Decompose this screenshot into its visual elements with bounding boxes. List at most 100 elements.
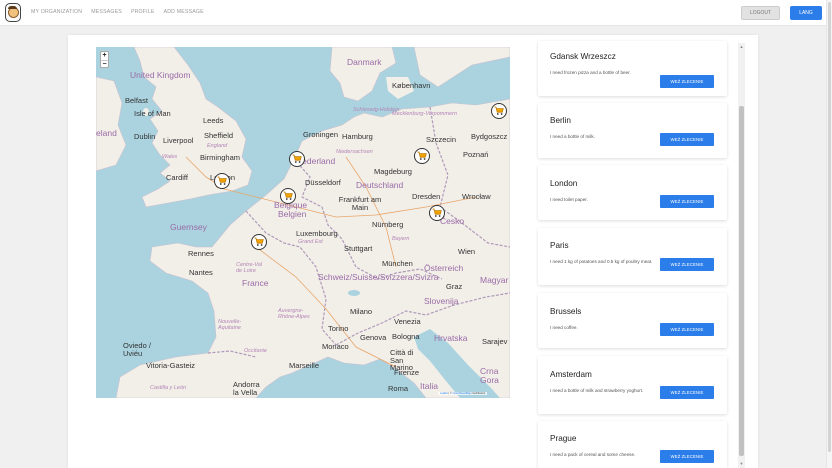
map-label-ireland: eland (96, 128, 117, 138)
take-order-button[interactable]: WEŹ ZLECENIE (660, 258, 714, 271)
order-city: London (550, 179, 578, 188)
order-card-paris: Paris I need 1 kg of potatoes and 0.5 kg… (538, 228, 727, 285)
map-label-wroclaw: Wrocław (462, 192, 491, 201)
map-label-isle-of-man: Isle of Man (134, 109, 171, 118)
avatar-logo-icon[interactable] (5, 3, 21, 22)
scroll-down-arrow-icon[interactable]: ▼ (739, 461, 744, 466)
map-label-mecklenburg: Mecklenburg-Vorpommern (392, 111, 457, 117)
scroll-up-arrow-icon[interactable]: ▲ (739, 44, 744, 49)
map-label-wien: Wien (458, 247, 476, 256)
map-label-szczecin: Szczecin (426, 135, 457, 144)
map-label-belgien: Belgien (278, 209, 307, 219)
nav-my-organization[interactable]: MY ORGANIZATION (31, 9, 82, 15)
map-label-cesko: Česko (440, 216, 465, 226)
lang-button[interactable]: LANG (790, 6, 822, 20)
map-label-andorra: Andorra la Vella (233, 380, 260, 397)
order-marker-amsterdam[interactable] (289, 151, 305, 167)
map-label-united-kingdom: United Kingdom (130, 70, 191, 80)
orders-map[interactable]: United Kingdom Isle of Man Belfast Leeds… (96, 47, 510, 398)
map-label-magyar: Magyar (480, 275, 509, 285)
map-label-luxembourg: Luxembourg (296, 229, 338, 238)
order-description: I need a bottle of milk and strawberry y… (550, 388, 644, 393)
map-label-cardiff: Cardiff (166, 173, 188, 182)
map-label-england: England (207, 143, 228, 149)
map-label-hamburg: Hamburg (342, 132, 373, 141)
order-card-gdansk: Gdansk Wrzeszcz I need frozen pizza and … (538, 41, 727, 96)
map-label-graz: Graz (446, 282, 463, 291)
order-marker-brussels[interactable] (280, 188, 296, 204)
take-order-button[interactable]: WEŹ ZLECENIE (660, 386, 714, 399)
order-marker-gdansk[interactable] (491, 103, 507, 119)
map-label-venezia: Venezia (394, 317, 421, 326)
order-card-london: London I need toilet paper. WEŹ ZLECENIE (538, 165, 727, 220)
order-description: I need frozen pizza and a bottle of beer… (550, 70, 631, 75)
map-label-sarajevo: Sarajev (482, 337, 508, 346)
shopping-cart-icon (283, 191, 293, 200)
map-label-milano: Milano (350, 307, 373, 316)
map-label-liverpool: Liverpool (163, 136, 194, 145)
map-label-roma: Roma (388, 384, 409, 393)
map-label-bologna: Bologna (392, 332, 420, 341)
shopping-cart-icon (494, 106, 504, 115)
order-description: I need a bottle of milk. (550, 134, 595, 139)
take-order-button[interactable]: WEŹ ZLECENIE (660, 195, 714, 208)
map-label-bydgoszcz: Bydgoszcz (471, 132, 508, 141)
map-label-dusseldorf: Düsseldorf (305, 178, 341, 187)
take-order-button[interactable]: WEŹ ZLECENIE (660, 450, 714, 463)
map-label-belfast: Belfast (125, 96, 148, 105)
map-label-frankfurt: Frankfurt am Main (338, 195, 382, 212)
list-scrollbar-thumb[interactable] (739, 106, 744, 456)
map-label-grand-est: Grand Est (298, 239, 323, 245)
map-label-monaco: Monaco (322, 342, 349, 351)
map-label-nurnberg: Nürnberg (372, 220, 404, 229)
order-description: I need 1 kg of potatoes and 0.5 kg of po… (550, 259, 653, 264)
nav-add-message[interactable]: ADD MESSAGE (164, 9, 204, 15)
orders-list[interactable]: Gdansk Wrzeszcz I need frozen pizza and … (528, 35, 738, 468)
map-label-vitoria: Vitoria-Gasteiz (146, 361, 196, 370)
map-label-marseille: Marseille (289, 361, 320, 370)
zoom-in-button[interactable]: + (101, 52, 108, 60)
take-order-button[interactable]: WEŹ ZLECENIE (660, 75, 714, 88)
order-city: Berlin (550, 116, 571, 125)
map-label-france: France (242, 278, 269, 288)
take-order-button[interactable]: WEŹ ZLECENIE (660, 133, 714, 146)
map-label-sheffield: Sheffield (204, 131, 234, 140)
nav-messages[interactable]: MESSAGES (91, 9, 122, 15)
map-label-magdeburg: Magdeburg (374, 167, 412, 176)
map-label-niedersachsen: Niedersachsen (336, 149, 373, 155)
map-label-firenze: Firenze (394, 368, 420, 377)
order-city: Brussels (550, 307, 582, 316)
order-card-amsterdam: Amsterdam I need a bottle of milk and st… (538, 356, 727, 414)
map-label-italia: Italia (420, 381, 438, 391)
map-label-nantes: Nantes (189, 268, 213, 277)
map-label-centre-val: Centre-Val de Loire (236, 262, 263, 274)
map-label-deutschland: Deutschland (356, 180, 404, 190)
shopping-cart-icon (432, 208, 442, 217)
map-label-nouvelle: Nouvelle-Aquitaine (218, 319, 242, 331)
leaflet-link[interactable]: Leaflet (440, 392, 448, 395)
map-label-dublin: Dublin (134, 132, 156, 141)
order-marker-berlin[interactable] (414, 148, 430, 164)
map-label-kobenhavn: København (392, 81, 431, 90)
order-card-prague: Prague I need a pack of cereal and some … (538, 421, 727, 468)
order-marker-prague[interactable] (429, 205, 445, 221)
map-attribution: Leaflet | © OpenStreetMap contributors (438, 392, 488, 395)
order-marker-paris[interactable] (251, 234, 267, 250)
page-scrollbar-thumb[interactable] (828, 2, 831, 452)
zoom-out-button[interactable]: − (101, 60, 108, 68)
order-city: Gdansk Wrzeszcz (550, 52, 616, 61)
map-label-auvergne: Auvergne-Rhône-Alpes (278, 308, 310, 320)
order-description: I need coffee. (550, 325, 578, 330)
osm-link[interactable]: OpenStreetMap (453, 392, 471, 395)
map-label-dresden: Dresden (412, 192, 441, 201)
shopping-cart-icon (417, 151, 427, 160)
order-city: Paris (550, 241, 569, 250)
order-city: Prague (550, 434, 577, 443)
nav-profile[interactable]: PROFILE (131, 9, 155, 15)
order-card-brussels: Brussels I need coffee. WEŹ ZLECENIE (538, 293, 727, 348)
take-order-button[interactable]: WEŹ ZLECENIE (660, 323, 714, 336)
order-marker-london[interactable] (214, 173, 230, 189)
nav-links: MY ORGANIZATION MESSAGES PROFILE ADD MES… (31, 9, 204, 15)
map-zoom-control: + − (100, 51, 109, 68)
logout-button[interactable]: LOGOUT (741, 6, 780, 20)
